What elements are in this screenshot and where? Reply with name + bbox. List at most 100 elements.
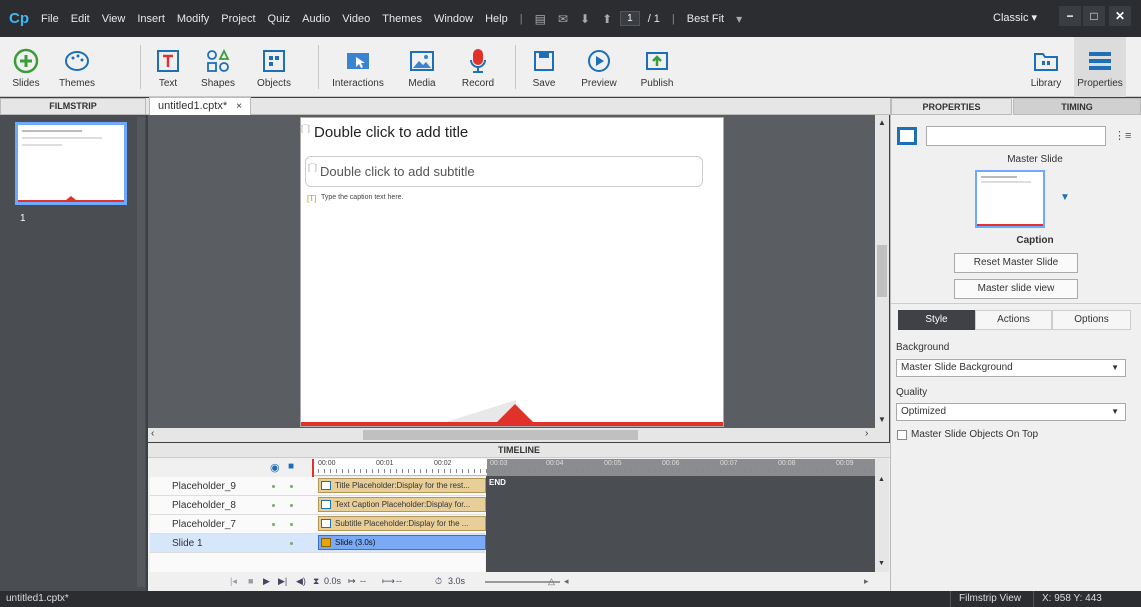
slide-canvas[interactable]: [¯] Double click to add title [¯] Double…	[300, 117, 724, 427]
arrow-up-icon[interactable]: ⬆	[596, 12, 618, 26]
slide-title-placeholder[interactable]: Double click to add title	[314, 124, 468, 141]
text-button[interactable]: Text	[150, 37, 186, 97]
zoom-left-icon[interactable]: ◂	[564, 572, 569, 591]
scroll-right-icon[interactable]: ›	[865, 428, 868, 439]
tick-label: 00:04	[546, 460, 564, 467]
close-tab-icon[interactable]: ×	[236, 101, 242, 112]
object-name-input[interactable]	[926, 126, 1106, 146]
lock-dot[interactable]	[290, 485, 293, 488]
scroll-left-icon[interactable]: ‹	[151, 428, 154, 439]
record-button[interactable]: Record	[456, 37, 500, 97]
menu-modify[interactable]: Modify	[171, 13, 215, 25]
timeline-bar-label: Subtitle Placeholder:Display for the ...	[335, 519, 469, 528]
timeline-ruler[interactable]: 00:00 00:01 00:02 00:03 00:04 00:05 00:0…	[312, 459, 875, 476]
objects-button[interactable]: Objects	[250, 37, 298, 97]
scroll-down-icon[interactable]: ▼	[878, 415, 886, 424]
master-slide-view-button[interactable]: Master slide view	[954, 279, 1078, 299]
rewind-icon[interactable]: |◂	[230, 572, 237, 591]
tab-actions[interactable]: Actions	[975, 310, 1052, 330]
menu-audio[interactable]: Audio	[296, 13, 336, 25]
audio-icon[interactable]: ◀)	[296, 572, 306, 591]
document-tab-label: untitled1.cptx*	[158, 100, 228, 112]
menu-themes[interactable]: Themes	[376, 13, 428, 25]
slide-subtitle-placeholder: Double click to add subtitle	[320, 164, 475, 179]
lock-dot[interactable]	[290, 542, 293, 545]
timeline-scroll-down-icon[interactable]: ▼	[878, 560, 885, 567]
menu-help[interactable]: Help	[479, 13, 514, 25]
eye-icon[interactable]: ◉	[270, 461, 280, 474]
zoom-slider-thumb[interactable]: △	[548, 572, 555, 591]
lock-dot[interactable]	[290, 523, 293, 526]
reset-master-slide-button[interactable]: Reset Master Slide	[954, 253, 1078, 273]
preview-button[interactable]: Preview	[575, 37, 623, 97]
tab-timing[interactable]: TIMING	[1013, 98, 1141, 115]
subtitle-box[interactable]: [¯] Double click to add subtitle	[305, 156, 703, 187]
chevron-down-icon[interactable]: ▾	[730, 12, 748, 26]
master-thumb-line	[981, 176, 1017, 178]
play-icon[interactable]: ▶	[263, 572, 270, 591]
lock-icon[interactable]: ■	[288, 461, 294, 472]
master-slide-dropdown-icon[interactable]: ▼	[1060, 192, 1070, 203]
stage-vertical-scrollbar[interactable]: ▲ ▼	[875, 115, 889, 428]
quality-select[interactable]: Optimized ▼	[896, 403, 1126, 421]
vertical-scroll-thumb[interactable]	[877, 245, 887, 297]
timeline-bar-slide[interactable]: Slide (3.0s)	[318, 535, 486, 550]
timeline-bar[interactable]: Subtitle Placeholder:Display for the ...	[318, 516, 486, 531]
menu-window[interactable]: Window	[428, 13, 479, 25]
menu-separator: |	[519, 12, 523, 25]
publish-button[interactable]: Publish	[633, 37, 681, 97]
save-button[interactable]: Save	[525, 37, 563, 97]
background-select[interactable]: Master Slide Background ▼	[896, 359, 1126, 377]
objects-on-top-checkbox[interactable]	[897, 430, 907, 440]
lock-dot[interactable]	[290, 504, 293, 507]
workspace-select[interactable]: Classic ▾	[993, 11, 1037, 24]
library-button[interactable]: Library	[1026, 37, 1066, 97]
zoom-select[interactable]: Best Fit	[681, 13, 730, 25]
tab-style[interactable]: Style	[898, 310, 975, 330]
timeline-bar[interactable]: Title Placeholder:Display for the rest..…	[318, 478, 486, 493]
master-slide-thumbnail[interactable]	[975, 170, 1045, 228]
slide-thumbnail-1[interactable]	[15, 122, 127, 205]
publish-icon	[643, 48, 671, 74]
interactions-button[interactable]: Interactions	[328, 37, 388, 97]
filmstrip-scrollbar[interactable]	[137, 117, 145, 587]
menu-view[interactable]: View	[96, 13, 132, 25]
scroll-up-icon[interactable]: ▲	[878, 118, 886, 127]
arrow-down-icon[interactable]: ⬇	[574, 12, 596, 26]
document-tab[interactable]: untitled1.cptx* ×	[149, 97, 252, 115]
media-button[interactable]: Media	[398, 37, 446, 97]
stop-icon[interactable]: ■	[248, 572, 253, 591]
horizontal-scroll-thumb[interactable]	[363, 430, 638, 440]
properties-button[interactable]: Properties	[1074, 37, 1126, 97]
menu-list-icon[interactable]: ⋮≡	[1114, 129, 1131, 142]
current-page-field[interactable]: 1	[620, 11, 640, 26]
record-label: Record	[461, 78, 495, 89]
visibility-dot[interactable]	[272, 504, 275, 507]
caption-placeholder[interactable]: Type the caption text here.	[321, 194, 404, 201]
keyboard-icon[interactable]: ▤	[529, 12, 552, 26]
menu-edit[interactable]: Edit	[65, 13, 96, 25]
menu-project[interactable]: Project	[215, 13, 261, 25]
menu-insert[interactable]: Insert	[131, 13, 171, 25]
shapes-button[interactable]: Shapes	[196, 37, 240, 97]
visibility-dot[interactable]	[272, 485, 275, 488]
close-window-button[interactable]: ✕	[1109, 6, 1131, 26]
themes-button[interactable]: Themes	[55, 37, 99, 97]
timeline-bar[interactable]: Text Caption Placeholder:Display for...	[318, 497, 486, 512]
forward-icon[interactable]: ▶|	[278, 572, 287, 591]
visibility-dot[interactable]	[272, 523, 275, 526]
maximize-button[interactable]: □	[1083, 6, 1105, 26]
tab-properties[interactable]: PROPERTIES	[891, 98, 1012, 115]
stage-horizontal-scrollbar[interactable]: ‹ ›	[148, 428, 889, 442]
menu-file[interactable]: File	[35, 13, 65, 25]
minimize-button[interactable]: −	[1059, 6, 1081, 26]
object-style-swatch[interactable]	[897, 127, 917, 145]
mail-icon[interactable]: ✉	[552, 12, 574, 26]
timeline-scroll-up-icon[interactable]: ▲	[878, 476, 885, 483]
menu-quiz[interactable]: Quiz	[262, 13, 297, 25]
slides-button[interactable]: Slides	[5, 37, 47, 97]
timeline-scroll-right-icon[interactable]: ▸	[864, 572, 869, 591]
tab-options[interactable]: Options	[1052, 310, 1131, 330]
menu-video[interactable]: Video	[336, 13, 376, 25]
timeline-scrollbar[interactable]: ▲ ▼	[875, 458, 889, 572]
